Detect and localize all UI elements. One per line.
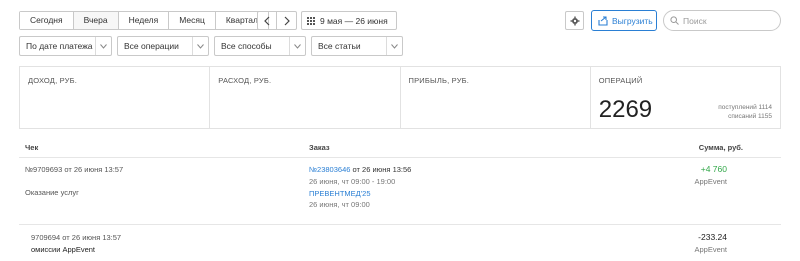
filter-methods[interactable]: Все способы bbox=[214, 36, 306, 56]
date-range-label: 9 мая — 26 июня bbox=[320, 15, 388, 26]
chevron-right-icon bbox=[284, 16, 290, 25]
gear-icon bbox=[570, 16, 579, 25]
period-today-button[interactable]: Сегодня bbox=[20, 12, 74, 29]
export-icon bbox=[598, 15, 608, 26]
filter-articles[interactable]: Все статьи bbox=[311, 36, 403, 56]
table-header: Чек Заказ Сумма, руб. bbox=[19, 141, 781, 158]
order-service-link[interactable]: ПРЕВЕНТМЕД'25 bbox=[309, 189, 371, 198]
search-icon bbox=[670, 16, 679, 25]
check-number: №9709693 от 26 июня 13:57 bbox=[25, 165, 124, 174]
calendar-icon bbox=[307, 16, 315, 25]
period-selector: Сегодня Вчера Неделя Месяц Квартал bbox=[19, 11, 269, 30]
export-label: Выгрузить bbox=[612, 15, 653, 26]
row-amount: -233.24 bbox=[698, 232, 727, 242]
chevron-left-icon bbox=[264, 16, 270, 25]
stat-operations: ОПЕРАЦИЙ 2269 поступлений 1114 списаний … bbox=[591, 67, 780, 128]
chevron-down-icon bbox=[192, 37, 208, 55]
filter-date-type[interactable]: По дате платежа bbox=[19, 36, 112, 56]
date-range-picker[interactable]: 9 мая — 26 июня bbox=[301, 11, 397, 30]
chevron-down-icon bbox=[289, 37, 305, 55]
filter-methods-label: Все способы bbox=[221, 41, 272, 51]
order-link[interactable]: №23803646 bbox=[309, 165, 350, 174]
settings-button[interactable] bbox=[565, 11, 584, 30]
filter-operations[interactable]: Все операции bbox=[117, 36, 209, 56]
row-source: AppEvent bbox=[694, 245, 727, 254]
row-source: AppEvent bbox=[694, 177, 727, 186]
row-amount: +4 760 bbox=[700, 164, 727, 174]
period-yesterday-button[interactable]: Вчера bbox=[73, 12, 119, 29]
chevron-down-icon bbox=[386, 37, 402, 55]
period-week-button[interactable]: Неделя bbox=[118, 12, 170, 29]
col-sum-header: Сумма, руб. bbox=[698, 143, 743, 152]
col-check-header: Чек bbox=[25, 143, 39, 152]
filter-articles-label: Все статьи bbox=[318, 41, 361, 51]
stat-income: ДОХОД, РУБ. bbox=[20, 67, 211, 128]
stat-income-label: ДОХОД, РУБ. bbox=[28, 76, 78, 85]
order-slot: 26 июня, чт 09:00 - 19:00 bbox=[309, 177, 396, 186]
table-row[interactable]: №9709693 от 26 июня 13:57 Оказание услуг… bbox=[19, 158, 781, 225]
stat-incoming-count: поступлений 1114 bbox=[718, 104, 772, 111]
col-order-header: Заказ bbox=[309, 143, 330, 152]
stat-writeoffs-count: списаний 1155 bbox=[728, 113, 772, 120]
stat-operations-value: 2269 bbox=[598, 96, 653, 123]
stat-operations-label: ОПЕРАЦИЙ bbox=[598, 76, 643, 85]
filters-row: По дате платежа Все операции Все способы… bbox=[19, 36, 403, 56]
filter-operations-label: Все операции bbox=[124, 41, 179, 51]
check-description: омиссии AppEvent bbox=[31, 245, 96, 254]
check-number: 9709694 от 26 июня 13:57 bbox=[31, 233, 122, 242]
next-period-button[interactable] bbox=[277, 12, 296, 29]
search-box bbox=[663, 10, 781, 31]
stat-expense: РАСХОД, РУБ. bbox=[210, 67, 401, 128]
search-input[interactable] bbox=[683, 15, 773, 26]
check-description: Оказание услуг bbox=[25, 188, 79, 197]
chevron-down-icon bbox=[95, 37, 111, 55]
prev-period-button[interactable] bbox=[258, 12, 277, 29]
table-row[interactable]: 9709694 от 26 июня 13:57 омиссии AppEven… bbox=[19, 226, 781, 261]
export-button[interactable]: Выгрузить bbox=[591, 10, 657, 31]
stat-expense-label: РАСХОД, РУБ. bbox=[218, 76, 272, 85]
stat-profit: ПРИБЫЛЬ, РУБ. bbox=[401, 67, 591, 128]
summary-stats: ДОХОД, РУБ. РАСХОД, РУБ. ПРИБЫЛЬ, РУБ. О… bbox=[19, 66, 781, 129]
period-navigation bbox=[257, 11, 297, 30]
order-time: от 26 июня 13:56 bbox=[352, 165, 412, 174]
filter-date-type-label: По дате платежа bbox=[26, 41, 93, 51]
order-slot-2: 26 июня, чт 09:00 bbox=[309, 200, 370, 209]
order-info: №23803646 от 26 июня 13:56 bbox=[309, 165, 411, 174]
stat-profit-label: ПРИБЫЛЬ, РУБ. bbox=[408, 76, 470, 85]
period-month-button[interactable]: Месяц bbox=[169, 12, 216, 29]
